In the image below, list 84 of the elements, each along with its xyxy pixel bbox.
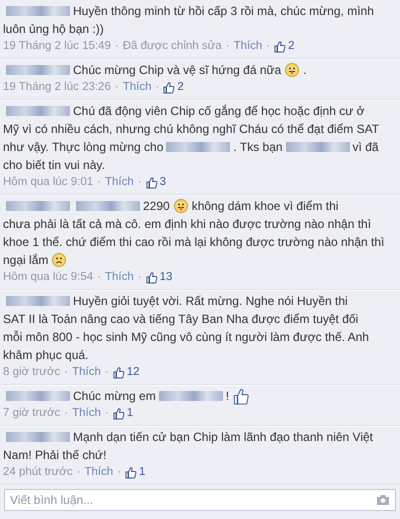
- like-count[interactable]: 1: [139, 464, 146, 482]
- like-link[interactable]: Thích: [234, 38, 262, 56]
- comment-text: !: [226, 388, 230, 405]
- comment-text: khâm phục quá.: [3, 347, 88, 364]
- blurred-name: [166, 142, 230, 152]
- thumbs-up-icon: [163, 82, 176, 94]
- comment-text: 2290: [143, 198, 170, 215]
- like-link[interactable]: Thích: [84, 464, 114, 482]
- separator-dot: ·: [76, 464, 80, 480]
- comment-time[interactable]: Hôm qua lúc 9:54: [3, 268, 94, 286]
- thumbs-up-icon: [146, 176, 158, 188]
- comment-time[interactable]: 24 phút trước: [3, 464, 73, 482]
- comment-text: luôn ủng hộ bạn :)): [3, 21, 104, 38]
- comment-text: Huyền thông minh từ hồi cấp 3 rồi mà, chúc mừng, mình: [73, 3, 374, 20]
- blurred-name: [6, 65, 70, 75]
- comment-text: cho biết tin vui này.: [3, 157, 105, 174]
- tongue-emoji-icon: [174, 199, 188, 213]
- comment-time[interactable]: 19 Tháng 2 lúc 23:26: [3, 78, 111, 96]
- blurred-name: [6, 432, 70, 442]
- comment-text: .: [303, 62, 307, 79]
- thumbs-up-icon: [274, 40, 286, 52]
- blurred-name: [6, 201, 70, 211]
- blurred-name: [76, 201, 140, 211]
- like-link[interactable]: Thích: [104, 268, 134, 286]
- comment-time[interactable]: 19 Tháng 2 lúc 15:49: [3, 38, 111, 56]
- comment-text: . Tks bạn: [233, 139, 283, 156]
- like-count[interactable]: 12: [126, 364, 140, 382]
- separator-dot: ·: [114, 38, 119, 54]
- comment-time[interactable]: Hôm qua lúc 9:01: [3, 174, 94, 192]
- comment-text: Nam! Phải thế chứ!: [3, 447, 106, 464]
- camera-icon[interactable]: [376, 494, 390, 506]
- thumbs-up-icon: [146, 272, 158, 284]
- separator-dot: ·: [138, 174, 142, 190]
- separator-dot: ·: [97, 270, 101, 285]
- separator-dot: ·: [104, 406, 109, 421]
- like-link[interactable]: Thích: [122, 78, 152, 96]
- like-count[interactable]: 13: [160, 268, 172, 286]
- thumbs-up-icon: [125, 466, 138, 478]
- comment-text: như vậy. Thực lòng mừng cho: [3, 139, 164, 156]
- comment-text: chưa phải là tất cả mà cô. em định khi nào được trường nào nhận thì: [3, 216, 372, 233]
- separator-dot: ·: [226, 38, 230, 54]
- comment-text: ngại lắm: [3, 252, 48, 269]
- tongue-emoji-icon: [285, 63, 300, 77]
- comment-input[interactable]: Viết bình luận...: [4, 489, 396, 511]
- like-count[interactable]: 1: [126, 404, 134, 422]
- blurred-name: [286, 142, 350, 152]
- separator-dot: ·: [117, 464, 122, 480]
- like-link[interactable]: Thích: [72, 364, 101, 382]
- edited-label: Đã được chỉnh sửa: [122, 38, 222, 54]
- comment-text: SAT II là Toán nâng cao và tiếng Tây Ban Nha được điểm tuyệt đối: [3, 311, 358, 328]
- separator-dot: ·: [64, 364, 68, 380]
- like-count[interactable]: 2: [288, 38, 295, 56]
- comment-text: Chúc mừng Chip và vệ sĩ hứng đá nữa: [73, 62, 282, 79]
- separator-dot: ·: [114, 80, 119, 95]
- comment-text: Huyền giỏi tuyệt vời. Rất mừng. Nghe nói Huyền thi: [73, 293, 348, 310]
- like-count[interactable]: 2: [177, 78, 184, 96]
- thumbs-up-icon: [233, 388, 250, 404]
- thumbs-up-icon: [112, 408, 125, 420]
- comment-text: Mạnh dạn tiến cử bạn Chip làm lãnh đạo thanh niên Việt: [73, 429, 374, 446]
- blurred-name: [6, 391, 70, 401]
- comment-text: Chú đã động viên Chip cố gắng để học hoặc định cư ở: [73, 103, 364, 120]
- separator-dot: ·: [266, 38, 270, 54]
- like-link[interactable]: Thích: [72, 404, 101, 422]
- blurred-name: [6, 296, 70, 306]
- thumbs-up-icon: [112, 366, 125, 378]
- comment-text: Mỹ vì có nhiều cách, nhưng chú không nghĩ Cháu có thể đạt điểm SAT: [3, 121, 380, 138]
- separator-dot: ·: [97, 174, 101, 190]
- separator-dot: ·: [138, 270, 142, 285]
- separator-dot: ·: [104, 364, 109, 380]
- comment-text: khoe 1 thể. chứ điểm thi cao rồi mà lại không được trường nào nhận thì: [3, 234, 384, 251]
- separator-dot: ·: [64, 406, 68, 421]
- comment-time[interactable]: 7 giờ trước: [3, 404, 60, 422]
- like-link[interactable]: Thích: [104, 174, 134, 192]
- separator-dot: ·: [155, 80, 160, 95]
- comment-text: không dám khoe vì điểm thi: [192, 198, 338, 215]
- blurred-name: [6, 6, 70, 16]
- comment-text: Chúc mừng em: [73, 388, 156, 405]
- like-count[interactable]: 3: [160, 174, 166, 192]
- blurred-name: [6, 106, 70, 116]
- comment-time[interactable]: 8 giờ trước: [3, 364, 60, 382]
- frown-emoji-icon: [52, 253, 66, 267]
- comment-text: mỗi môn 800 - học sinh Mỹ cũng vô cùng ít người làm được thế. Anh: [3, 329, 369, 346]
- comment-text: vì đã: [352, 139, 379, 156]
- blurred-name: [158, 391, 223, 401]
